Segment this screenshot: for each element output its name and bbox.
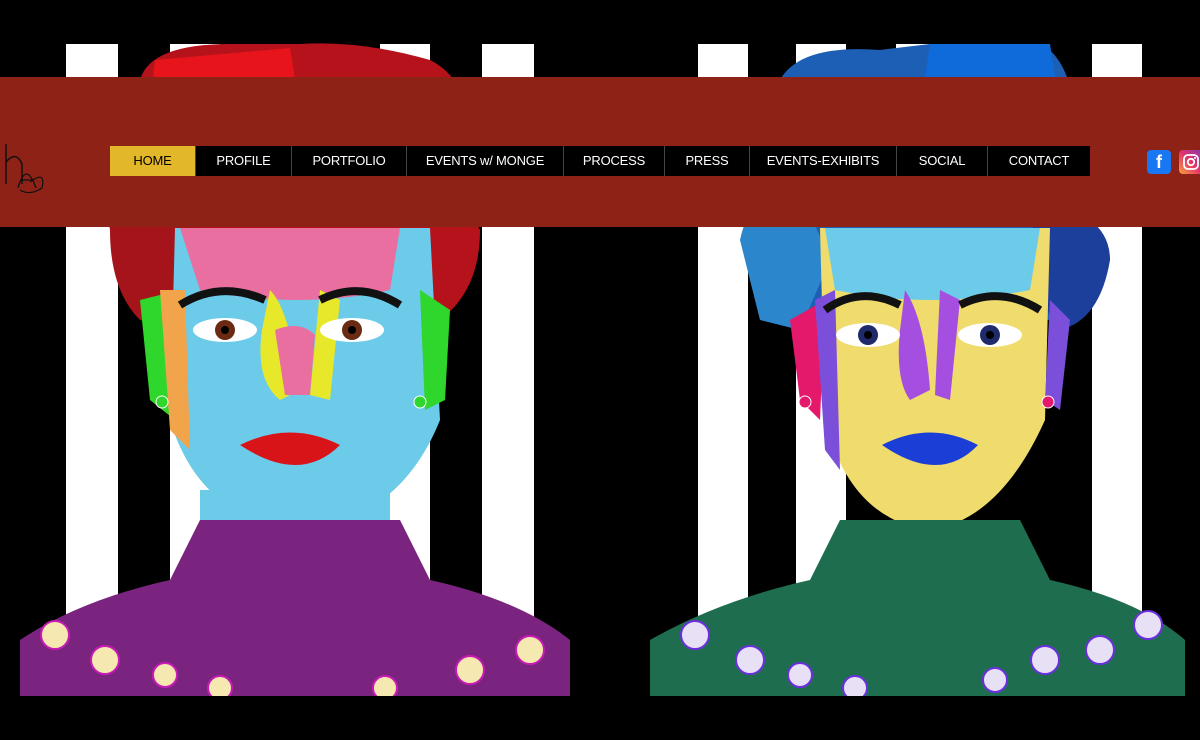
nav-item-home[interactable]: HOME: [110, 146, 196, 176]
nav-item-process[interactable]: PROCESS: [564, 146, 665, 176]
nav-item-events-monge[interactable]: EVENTS w/ MONGE: [407, 146, 564, 176]
nav-item-contact[interactable]: CONTACT: [988, 146, 1090, 176]
logo-mark-icon: [5, 144, 44, 194]
nav-item-portfolio[interactable]: PORTFOLIO: [292, 146, 407, 176]
nav-item-events-exhibits[interactable]: EVENTS-EXHIBITS: [750, 146, 897, 176]
nav-item-press[interactable]: PRESS: [665, 146, 750, 176]
social-bar: f: [1147, 150, 1200, 174]
site-logo[interactable]: [0, 140, 50, 196]
nav-item-social[interactable]: SOCIAL: [897, 146, 988, 176]
facebook-icon[interactable]: f: [1147, 150, 1171, 174]
nav-item-profile[interactable]: PROFILE: [196, 146, 292, 176]
main-navigation: HOME PROFILE PORTFOLIO EVENTS w/ MONGE P…: [110, 146, 1090, 176]
instagram-glyph-icon: [1183, 154, 1199, 170]
instagram-icon[interactable]: [1179, 150, 1200, 174]
